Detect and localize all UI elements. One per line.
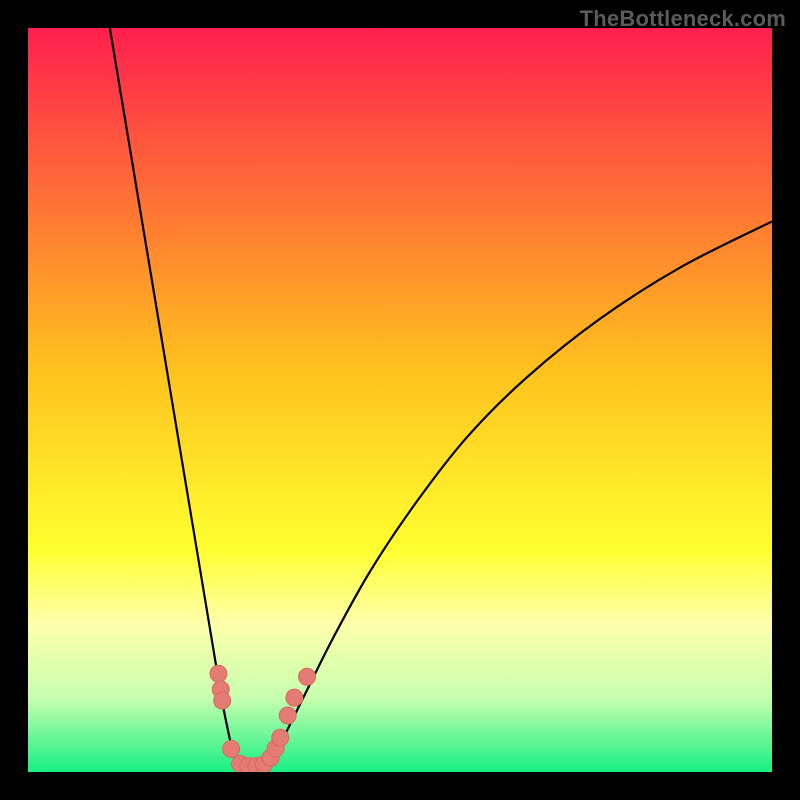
- scatter-point: [223, 740, 240, 757]
- scatter-point: [214, 692, 231, 709]
- gradient-background: [28, 28, 772, 772]
- chart-frame: TheBottleneck.com: [0, 0, 800, 800]
- scatter-point: [279, 707, 296, 724]
- scatter-point: [299, 668, 316, 685]
- scatter-point: [272, 729, 289, 746]
- scatter-point: [210, 665, 227, 682]
- scatter-point: [286, 689, 303, 706]
- watermark-label: TheBottleneck.com: [580, 6, 786, 32]
- plot-svg: [28, 28, 772, 772]
- plot-area: [28, 28, 772, 772]
